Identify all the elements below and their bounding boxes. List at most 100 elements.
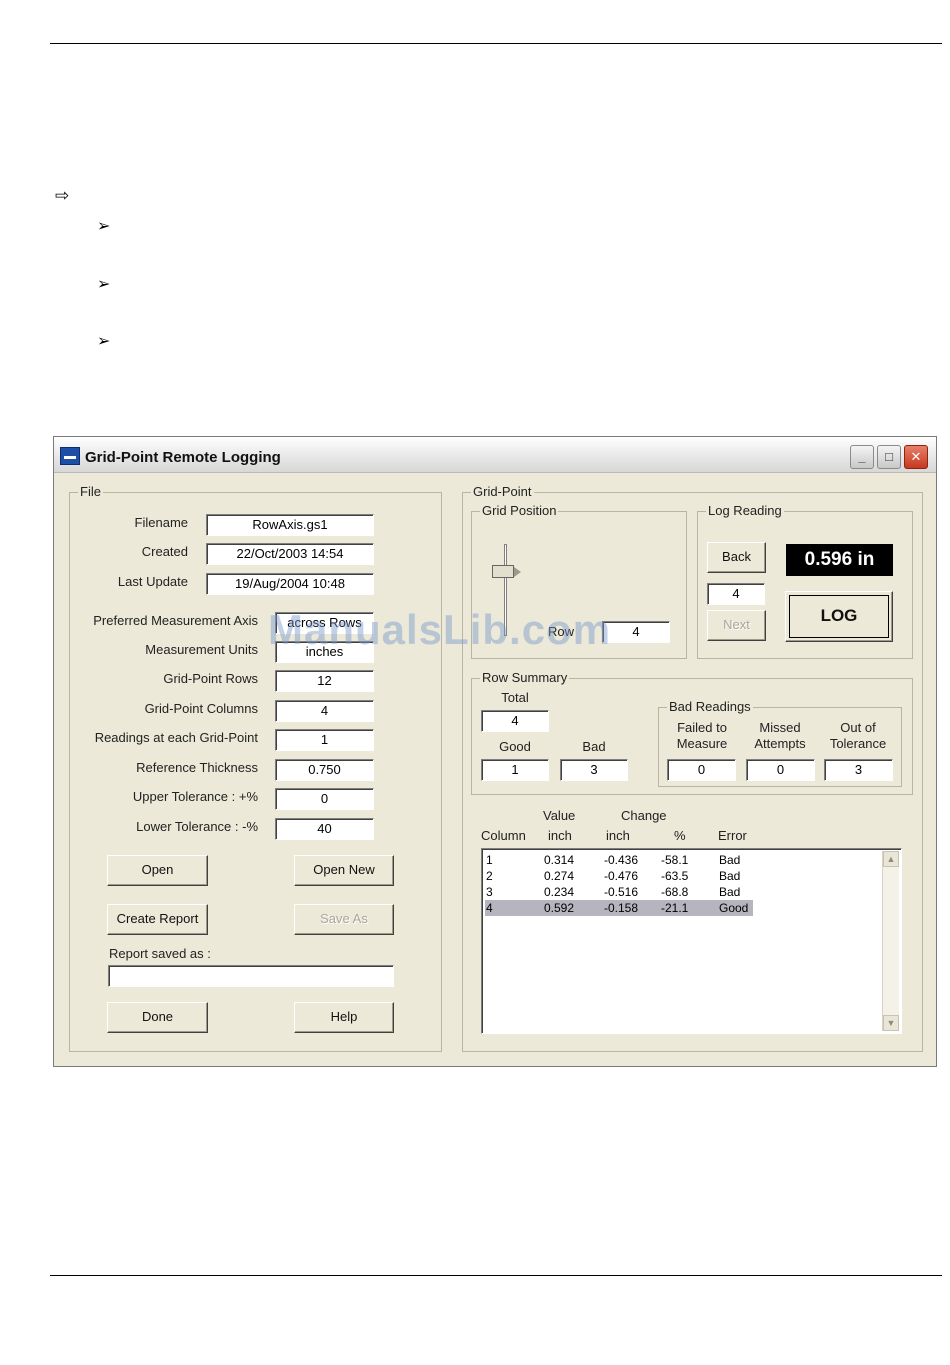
- close-button[interactable]: ✕: [904, 445, 928, 469]
- columns-label: Grid-Point Columns: [144, 701, 258, 716]
- create-report-button[interactable]: Create Report: [107, 904, 208, 935]
- good-field[interactable]: 1: [481, 759, 549, 781]
- help-button[interactable]: Help: [294, 1002, 394, 1033]
- good-label: Good: [499, 739, 531, 754]
- report-saved-label: Report saved as :: [109, 946, 211, 961]
- list-cell: -21.1: [661, 901, 689, 915]
- list-row[interactable]: 2 0.274 -0.476 -63.5 Bad: [485, 868, 753, 884]
- bullet-icon: ➢: [97, 218, 111, 235]
- list-row[interactable]: 1 0.314 -0.436 -58.1 Bad: [485, 852, 753, 868]
- total-field[interactable]: 4: [481, 710, 549, 732]
- grid-position-label: Grid Position: [480, 503, 559, 518]
- failed-to-measure-field[interactable]: 0: [667, 759, 736, 781]
- save-as-button[interactable]: Save As: [294, 904, 394, 935]
- thickness-label: Reference Thickness: [136, 760, 258, 775]
- list-cell: -0.158: [604, 901, 639, 915]
- list-scrollbar[interactable]: ▲ ▼: [882, 851, 899, 1031]
- scroll-up-icon[interactable]: ▲: [883, 851, 899, 867]
- bullet-icon: ➢: [97, 276, 111, 293]
- list-cell: -0.436: [604, 853, 639, 867]
- last-update-field[interactable]: 19/Aug/2004 10:48: [206, 573, 374, 595]
- readings-list[interactable]: 1 0.314 -0.436 -58.1 Bad 2 0.274 -0.476 …: [481, 848, 902, 1034]
- footer-rule: [50, 1275, 942, 1276]
- row-field[interactable]: 4: [602, 621, 670, 643]
- list-cell: 0.314: [544, 853, 575, 867]
- list-cell: -68.8: [661, 885, 689, 899]
- value-inch-header: inch: [548, 828, 572, 843]
- list-cell: 0.274: [544, 869, 575, 883]
- readings-label: Readings at each Grid-Point: [94, 730, 258, 745]
- list-cell: Bad: [719, 853, 741, 867]
- log-reading-label: Log Reading: [706, 503, 784, 518]
- row-slider-track[interactable]: [504, 544, 507, 636]
- minimize-button[interactable]: _: [850, 445, 874, 469]
- open-new-button[interactable]: Open New: [294, 855, 394, 886]
- list-cell: Good: [719, 901, 749, 915]
- error-header: Error: [718, 828, 747, 843]
- change-header: Change: [621, 808, 667, 823]
- failed-to-measure-label: Failed to Measure: [676, 720, 728, 751]
- row-slider-thumb[interactable]: [492, 565, 521, 578]
- bad-field[interactable]: 3: [560, 759, 628, 781]
- columns-field[interactable]: 4: [275, 700, 374, 722]
- list-cell: 3: [486, 885, 493, 899]
- open-button[interactable]: Open: [107, 855, 208, 886]
- right-arrow-icon: ⇨: [55, 186, 70, 205]
- row-summary-label: Row Summary: [480, 670, 570, 685]
- next-button[interactable]: Next: [707, 610, 766, 641]
- maximize-button[interactable]: □: [877, 445, 901, 469]
- out-of-tolerance-field[interactable]: 3: [824, 759, 893, 781]
- readings-field[interactable]: 1: [275, 729, 374, 751]
- list-cell: 4: [486, 901, 493, 915]
- missed-attempts-label: Missed Attempts: [754, 720, 806, 751]
- done-button[interactable]: Done: [107, 1002, 208, 1033]
- preferred-axis-label: Preferred Measurement Axis: [93, 613, 258, 628]
- created-field[interactable]: 22/Oct/2003 14:54: [206, 543, 374, 565]
- bullet-icon: ➢: [97, 333, 111, 350]
- preferred-axis-field[interactable]: across Rows: [275, 612, 374, 634]
- grid-point-remote-logging-window: Grid-Point Remote Logging _ □ ✕ File Fil…: [53, 436, 937, 1067]
- back-button[interactable]: Back: [707, 542, 766, 573]
- upper-tolerance-label: Upper Tolerance : +%: [132, 789, 258, 804]
- column-header: Column: [481, 828, 526, 843]
- report-saved-field[interactable]: [108, 965, 394, 987]
- rows-field[interactable]: 12: [275, 670, 374, 692]
- total-label: Total: [501, 690, 529, 705]
- window-title: Grid-Point Remote Logging: [85, 449, 281, 466]
- thickness-field[interactable]: 0.750: [275, 759, 374, 781]
- bad-label: Bad: [582, 739, 606, 754]
- list-cell: -63.5: [661, 869, 689, 883]
- units-field[interactable]: inches: [275, 641, 374, 663]
- reading-index-field[interactable]: 4: [707, 583, 765, 605]
- reading-display: 0.596 in: [786, 544, 893, 576]
- value-header: Value: [543, 808, 576, 823]
- rows-label: Grid-Point Rows: [163, 671, 258, 686]
- out-of-tolerance-label: Out of Tolerance: [829, 720, 887, 751]
- lower-tolerance-label: Lower Tolerance : -%: [136, 819, 258, 834]
- list-row[interactable]: 3 0.234 -0.516 -68.8 Bad: [485, 884, 753, 900]
- app-logo-icon: [60, 447, 80, 465]
- lower-tolerance-field[interactable]: 40: [275, 818, 374, 840]
- header-rule: [50, 43, 942, 44]
- title-bar[interactable]: Grid-Point Remote Logging _ □ ✕: [54, 437, 936, 473]
- filename-field[interactable]: RowAxis.gs1: [206, 514, 374, 536]
- list-cell: Bad: [719, 885, 741, 899]
- percent-header: %: [674, 828, 686, 843]
- upper-tolerance-field[interactable]: 0: [275, 788, 374, 810]
- list-cell: 2: [486, 869, 493, 883]
- last-update-label: Last Update: [117, 574, 188, 589]
- bad-readings-label: Bad Readings: [667, 699, 753, 714]
- row-label: Row: [548, 624, 575, 639]
- list-cell: 1: [486, 853, 493, 867]
- grid-point-group-label: Grid-Point: [471, 484, 534, 499]
- list-cell: -0.476: [604, 869, 639, 883]
- list-row-selected[interactable]: 4 0.592 -0.158 -21.1 Good: [485, 900, 753, 916]
- log-button[interactable]: LOG: [785, 591, 893, 642]
- list-cell: Bad: [719, 869, 741, 883]
- list-cell: -58.1: [661, 853, 689, 867]
- change-inch-header: inch: [606, 828, 630, 843]
- list-cell: -0.516: [604, 885, 639, 899]
- file-group-label: File: [78, 484, 103, 499]
- missed-attempts-field[interactable]: 0: [746, 759, 815, 781]
- scroll-down-icon[interactable]: ▼: [883, 1015, 899, 1031]
